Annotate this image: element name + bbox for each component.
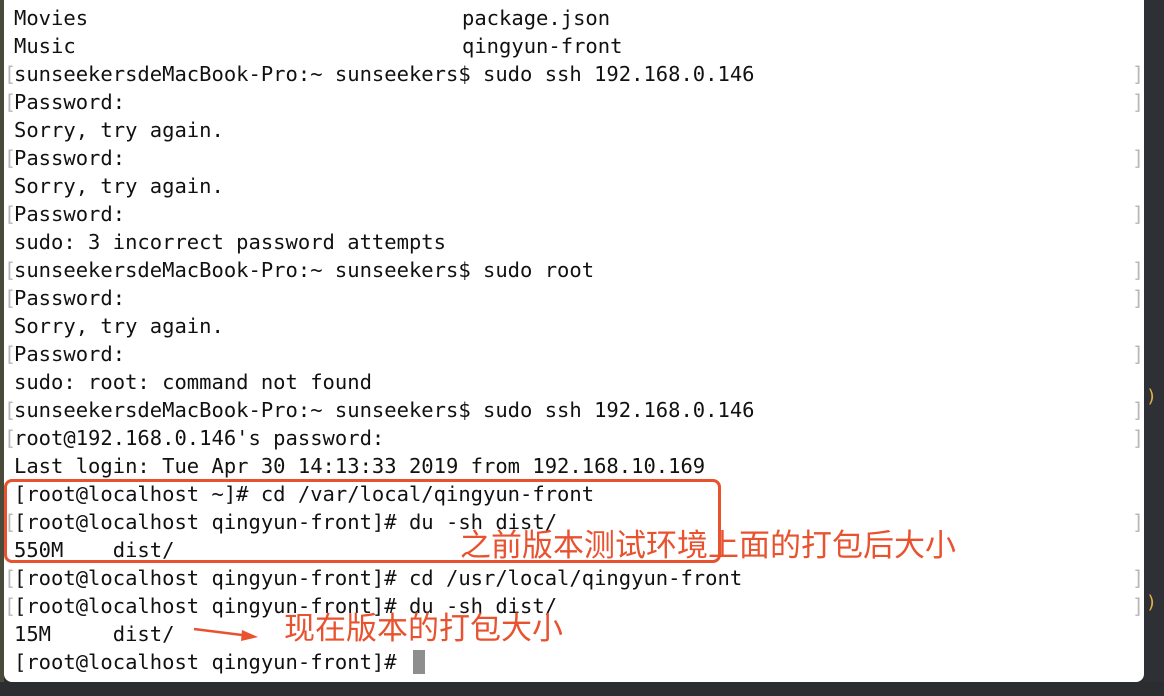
terminal-line: [] Password: xyxy=(4,200,1144,228)
terminal-line: [] sunseekersdeMacBook-Pro:~ sunseekers$ … xyxy=(4,60,1144,88)
terminal-line-text: [root@localhost qingyun-front]# xyxy=(14,648,425,676)
mark-bracket-left: [ xyxy=(4,342,17,366)
mark-bracket-left: [ xyxy=(4,566,17,590)
mark-bracket-right: ] xyxy=(1132,566,1144,590)
terminal-line-text: Sorry, try again. xyxy=(14,314,224,338)
terminal-line: [] Password: xyxy=(4,284,1144,312)
mark-bracket-left: [ xyxy=(4,62,17,86)
mark-bracket-right: ] xyxy=(1132,342,1144,366)
terminal-line-text: sunseekersdeMacBook-Pro:~ sunseekers$ su… xyxy=(14,258,595,282)
terminal-line-text: 15M dist/ xyxy=(14,622,175,646)
mark-bracket-right: ] xyxy=(1132,146,1144,170)
terminal-line-text: Last login: Tue Apr 30 14:13:33 2019 fro… xyxy=(14,454,706,478)
mark-bracket-right: ] xyxy=(1132,62,1144,86)
arrow-icon xyxy=(193,627,258,641)
terminal-line: sudo: root: command not found xyxy=(4,368,1144,396)
mark-bracket-left: [ xyxy=(4,398,17,422)
terminal-line: Movies package.json xyxy=(4,4,1144,32)
terminal-line-text: Movies xyxy=(14,6,89,30)
terminal-line: sudo: 3 incorrect password attempts xyxy=(4,228,1144,256)
bottom-window-edge xyxy=(0,682,1164,696)
terminal-line: Last login: Tue Apr 30 14:13:33 2019 fro… xyxy=(4,452,1144,480)
mark-bracket-left: [ xyxy=(4,286,17,310)
terminal-line-text: Password: xyxy=(14,286,126,310)
terminal-line: [] sunseekersdeMacBook-Pro:~ sunseekers$ … xyxy=(4,256,1144,284)
terminal-line-text: [root@localhost qingyun-front]# cd /usr/… xyxy=(14,566,743,590)
mark-bracket-left: [ xyxy=(4,146,17,170)
terminal-line: [] Password: xyxy=(4,144,1144,172)
annotation-current-size: 现在版本的打包大小 xyxy=(284,611,563,647)
terminal-line: [] sunseekersdeMacBook-Pro:~ sunseekers$ … xyxy=(4,396,1144,424)
terminal-line: Sorry, try again. xyxy=(4,116,1144,144)
text-cursor xyxy=(412,650,425,674)
terminal-line-text: Sorry, try again. xyxy=(14,174,224,198)
terminal-line: [] [root@localhost qingyun-front]# cd /us… xyxy=(4,564,1144,592)
terminal-line: [] [root@localhost qingyun-front]# du -sh… xyxy=(4,592,1144,620)
mark-bracket-right: ] xyxy=(1132,398,1144,422)
mark-bracket-left: [ xyxy=(4,594,17,618)
terminal-line: [root@localhost qingyun-front]# xyxy=(4,648,1144,676)
mark-bracket-right: ] xyxy=(1132,90,1144,114)
terminal-line: Music qingyun-front xyxy=(4,32,1144,60)
terminal-line-text: root@192.168.0.146's password: xyxy=(14,426,385,450)
mark-bracket-right: ] xyxy=(1132,594,1144,618)
mark-bracket-right: ] xyxy=(1132,510,1144,534)
right-window-edge: ) ) xyxy=(1144,0,1164,696)
terminal-line-text: Music xyxy=(14,34,76,58)
terminal-line-text: Password: xyxy=(14,342,126,366)
terminal-line-text: sunseekersdeMacBook-Pro:~ sunseekers$ su… xyxy=(14,62,755,86)
mark-bracket-right: ] xyxy=(1132,286,1144,310)
mark-bracket-right: ] xyxy=(1132,202,1144,226)
annotation-previous-size: 之前版本测试环境上面的打包后大小 xyxy=(460,528,956,564)
terminal-line-text: sunseekersdeMacBook-Pro:~ sunseekers$ su… xyxy=(14,398,755,422)
terminal-line-text: sudo: root: command not found xyxy=(14,370,372,394)
mark-bracket-left: [ xyxy=(4,90,17,114)
mark-bracket-right: ] xyxy=(1132,426,1144,450)
mark-bracket-left: [ xyxy=(4,258,17,282)
mark-bracket-left: [ xyxy=(4,202,17,226)
terminal-line-text: Password: xyxy=(14,90,126,114)
terminal-line: Sorry, try again. xyxy=(4,172,1144,200)
terminal-line-column2: package.json xyxy=(462,6,611,30)
terminal-line: 15M dist/ xyxy=(4,620,1144,648)
terminal-line: Sorry, try again. xyxy=(4,312,1144,340)
terminal-line-column2: qingyun-front xyxy=(462,34,623,58)
terminal-line: [] root@192.168.0.146's password: xyxy=(4,424,1144,452)
terminal-line: [] Password: xyxy=(4,340,1144,368)
terminal-line-text: Sorry, try again. xyxy=(14,118,224,142)
mark-bracket-right: ] xyxy=(1132,258,1144,282)
bracket-mark: ) xyxy=(1146,592,1157,613)
bracket-mark: ) xyxy=(1146,386,1157,407)
terminal-line: [] Password: xyxy=(4,88,1144,116)
mark-bracket-left: [ xyxy=(4,426,17,450)
terminal-line-text: Password: xyxy=(14,202,126,226)
terminal-line-text: sudo: 3 incorrect password attempts xyxy=(14,230,446,254)
terminal-line-text: Password: xyxy=(14,146,126,170)
terminal-window[interactable]: Movies package.json Music qingyun-front [] su… xyxy=(4,0,1144,682)
